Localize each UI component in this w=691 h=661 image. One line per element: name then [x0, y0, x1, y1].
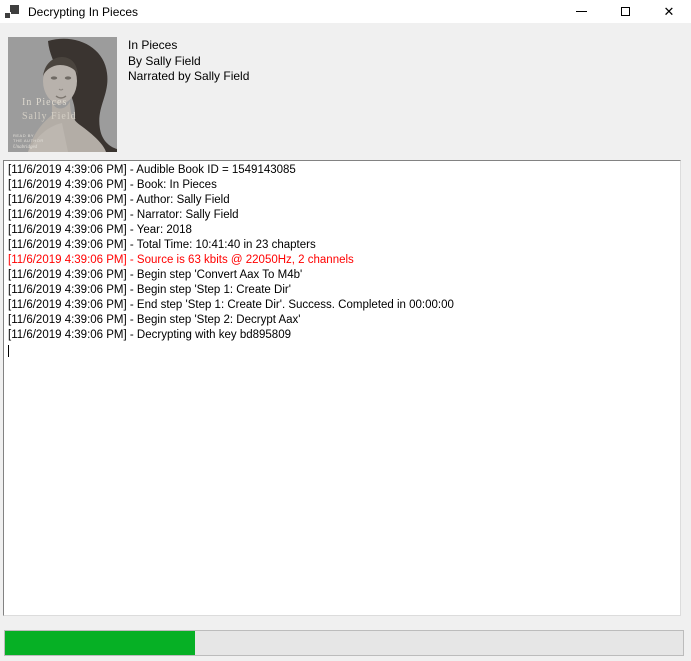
- log-textbox[interactable]: [11/6/2019 4:39:06 PM] - Audible Book ID…: [3, 160, 681, 616]
- window-controls: ✕: [559, 0, 691, 23]
- cover-author-text: Sally Field: [22, 111, 77, 122]
- book-narrator: Narrated by Sally Field: [128, 69, 249, 85]
- log-line: [11/6/2019 4:39:06 PM] - Book: In Pieces: [8, 178, 678, 193]
- title-bar[interactable]: Decrypting In Pieces ✕: [0, 0, 691, 23]
- cover-edition-text: Unabridged: [13, 145, 37, 150]
- close-button[interactable]: ✕: [647, 0, 691, 23]
- minimize-icon: [576, 11, 587, 12]
- cover-title-text: In Pieces: [22, 97, 67, 108]
- log-line: [11/6/2019 4:39:06 PM] - Year: 2018: [8, 223, 678, 238]
- minimize-button[interactable]: [559, 0, 603, 23]
- log-line: [11/6/2019 4:39:06 PM] - Begin step 'Ste…: [8, 313, 678, 328]
- app-icon[interactable]: [4, 4, 20, 20]
- log-line: [11/6/2019 4:39:06 PM] - Begin step 'Ste…: [8, 283, 678, 298]
- log-line: [11/6/2019 4:39:06 PM] - Author: Sally F…: [8, 193, 678, 208]
- maximize-icon: [621, 7, 630, 16]
- maximize-button[interactable]: [603, 0, 647, 23]
- book-info: In Pieces By Sally Field Narrated by Sal…: [128, 38, 249, 85]
- cover-readby-text: READ BY THE AUTHOR: [13, 133, 44, 143]
- log-line: [11/6/2019 4:39:06 PM] - Begin step 'Con…: [8, 268, 678, 283]
- log-line: [11/6/2019 4:39:06 PM] - Decrypting with…: [8, 328, 678, 343]
- app-icon-square-large: [10, 5, 19, 14]
- book-author: By Sally Field: [128, 54, 249, 70]
- log-line: [11/6/2019 4:39:06 PM] - Source is 63 kb…: [8, 253, 678, 268]
- decrypt-window: { "window": { "title": "Decrypting In Pi…: [0, 0, 691, 661]
- log-line: [11/6/2019 4:39:06 PM] - Narrator: Sally…: [8, 208, 678, 223]
- log-line: [11/6/2019 4:39:06 PM] - Total Time: 10:…: [8, 238, 678, 253]
- progress-bar: [4, 630, 684, 656]
- text-caret: [8, 345, 9, 357]
- window-title: Decrypting In Pieces: [28, 5, 138, 19]
- book-cover: In Pieces Sally Field READ BY THE AUTHOR…: [8, 37, 117, 152]
- log-lines: [11/6/2019 4:39:06 PM] - Audible Book ID…: [8, 163, 678, 343]
- app-icon-square-small: [4, 12, 11, 19]
- book-title: In Pieces: [128, 38, 249, 54]
- log-line: [11/6/2019 4:39:06 PM] - Audible Book ID…: [8, 163, 678, 178]
- progress-fill: [5, 631, 195, 655]
- log-line: [11/6/2019 4:39:06 PM] - End step 'Step …: [8, 298, 678, 313]
